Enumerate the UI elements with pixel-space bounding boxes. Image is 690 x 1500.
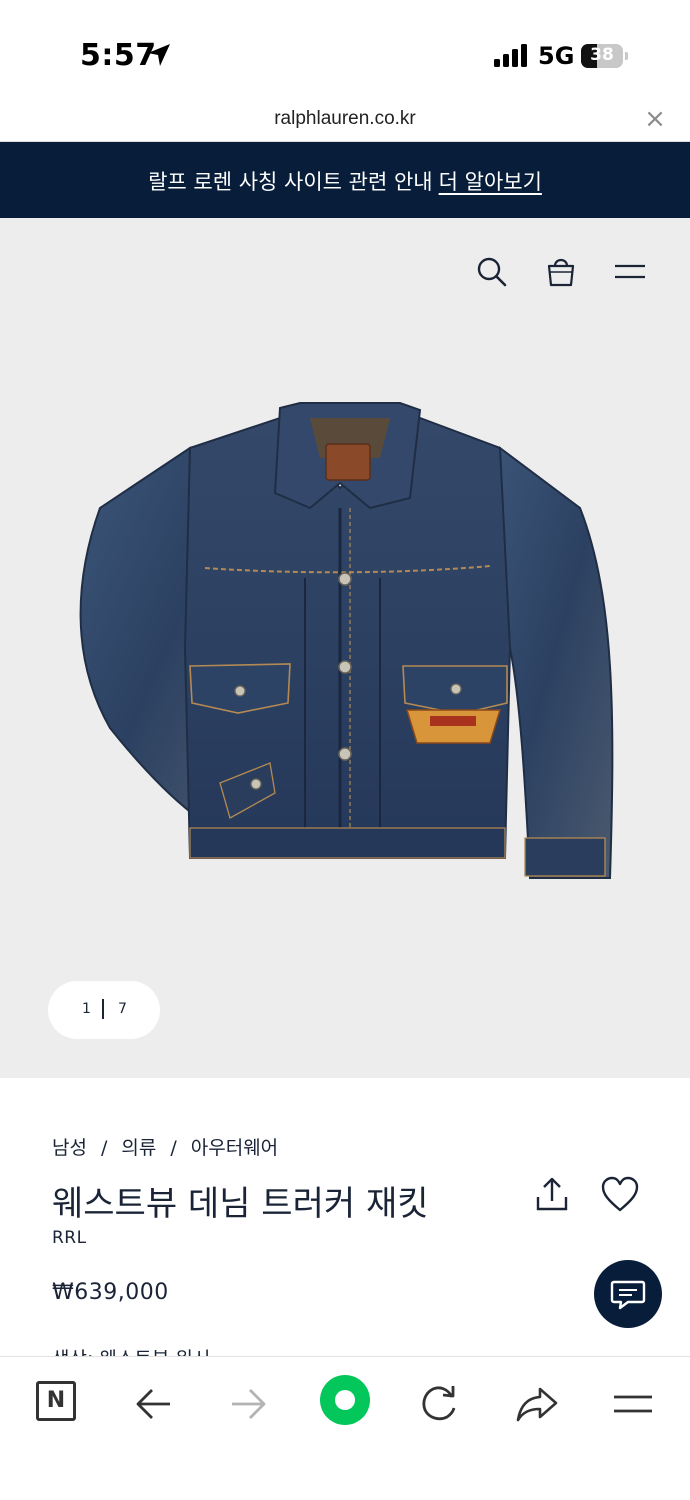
browser-toolbar: N <box>0 1356 690 1500</box>
reload-icon[interactable] <box>414 1379 464 1429</box>
product-image[interactable] <box>70 398 620 898</box>
pager-separator <box>102 999 104 1019</box>
chat-icon <box>610 1280 646 1310</box>
signal-icon <box>494 44 527 67</box>
learn-more-link[interactable]: 더 알아보기 <box>439 170 542 194</box>
chat-button[interactable] <box>594 1260 662 1328</box>
image-pager: 1 7 <box>48 981 160 1039</box>
close-icon[interactable]: × <box>642 106 668 132</box>
notice-text: 랄프 로렌 사칭 사이트 관련 안내 <box>148 170 433 194</box>
naver-home-icon[interactable]: N <box>36 1381 76 1421</box>
product-price: ₩639,000 <box>52 1280 169 1305</box>
notice-banner: 랄프 로렌 사칭 사이트 관련 안내 더 알아보기 <box>0 142 690 218</box>
product-gallery[interactable]: 1 7 <box>0 218 690 1078</box>
breadcrumb-item[interactable]: 남성 <box>52 1137 87 1159</box>
battery-level: 38 <box>590 45 614 65</box>
shopping-bag-icon[interactable] <box>543 254 579 290</box>
breadcrumb-separator: / <box>170 1137 177 1159</box>
site-header-icons <box>0 254 690 294</box>
pager-total: 7 <box>118 1001 127 1017</box>
breadcrumb-item[interactable]: 의류 <box>121 1137 156 1159</box>
status-bar: 5:57 5G 38 <box>0 0 690 100</box>
menu-icon[interactable] <box>612 254 648 290</box>
forward-arrow-icon[interactable] <box>224 1379 274 1429</box>
naver-home-label: N <box>46 1388 66 1413</box>
breadcrumb: 남성 / 의류 / 아우터웨어 <box>52 1133 278 1160</box>
pager-current: 1 <box>82 1001 91 1017</box>
heart-icon[interactable] <box>600 1176 640 1214</box>
breadcrumb-item[interactable]: 아우터웨어 <box>191 1137 278 1159</box>
search-icon[interactable] <box>474 254 510 290</box>
share-icon[interactable] <box>532 1175 572 1215</box>
product-brand[interactable]: RRL <box>52 1228 87 1248</box>
browser-url-bar[interactable]: ralphlauren.co.kr × <box>0 100 690 142</box>
product-title: 웨스트뷰 데님 트러커 재킷 <box>52 1184 429 1224</box>
color-label: 색상: 웨스트뷰 워시 <box>52 1344 210 1356</box>
battery-icon: 38 <box>581 44 628 68</box>
green-dot-icon[interactable] <box>320 1375 370 1425</box>
back-arrow-icon[interactable] <box>128 1379 178 1429</box>
location-arrow-icon <box>148 44 170 66</box>
breadcrumb-separator: / <box>100 1137 108 1159</box>
share-arrow-icon[interactable] <box>512 1379 562 1429</box>
menu-icon[interactable] <box>608 1379 658 1429</box>
network-type: 5G <box>538 42 575 70</box>
url-text[interactable]: ralphlauren.co.kr <box>0 108 690 130</box>
